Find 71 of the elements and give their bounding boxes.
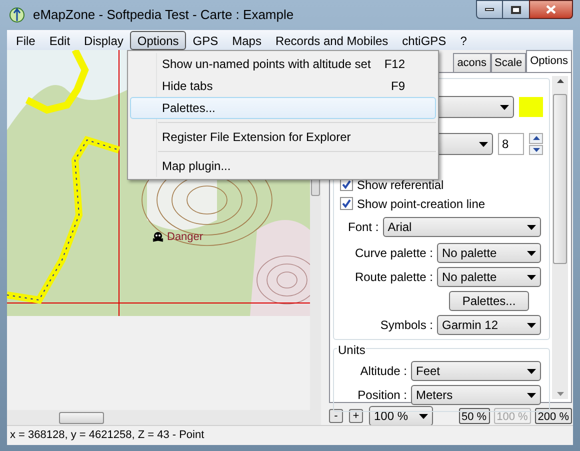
tab[interactable]: Options <box>526 50 572 72</box>
dropdown-caret-icon <box>527 224 536 230</box>
dropdown-caret-icon <box>500 104 509 110</box>
shortcut-label: F12 <box>384 56 405 73</box>
shortcut-label: F9 <box>390 78 405 95</box>
tab[interactable]: Scale <box>490 53 526 72</box>
scroll-thumb[interactable] <box>59 412 104 424</box>
menu-item[interactable]: Edit <box>42 30 78 50</box>
dropdown-select[interactable]: No palette <box>437 243 541 263</box>
dropdown-select[interactable]: Meters <box>411 385 541 405</box>
dropdown-select[interactable]: Arial <box>382 217 541 237</box>
tab[interactable]: acons <box>453 53 491 72</box>
maximize-icon <box>511 6 521 14</box>
palettes-button[interactable]: Palettes... <box>449 291 529 311</box>
menu-item[interactable]: chtiGPS <box>395 30 454 50</box>
field-label: Position : <box>356 387 407 404</box>
menu-item[interactable]: Palettes... <box>130 97 436 119</box>
minimize-button[interactable] <box>476 0 503 19</box>
skull-icon <box>152 231 164 244</box>
dropdown-caret-icon <box>527 274 536 280</box>
dropdown-select[interactable]: No palette <box>437 267 541 287</box>
menu-item[interactable]: Options <box>130 30 186 50</box>
checkbox-label: Show point-creation line <box>357 196 486 212</box>
dropdown-caret-icon <box>479 142 488 146</box>
scroll-thumb[interactable] <box>553 94 567 264</box>
zoom-preset-button[interactable]: 200 % <box>534 408 572 424</box>
close-icon <box>546 5 556 14</box>
size-field[interactable]: 8 <box>498 133 524 155</box>
zoom-out-button[interactable]: - <box>329 409 343 423</box>
minimize-icon <box>485 8 494 11</box>
zoom-in-button[interactable]: + <box>349 409 363 423</box>
field-label: Symbols : <box>379 317 433 334</box>
menu-item[interactable]: Records and Mobiles <box>268 30 396 50</box>
menu-item[interactable]: Show un-named points with altitude set F12 <box>130 53 436 75</box>
menu-item[interactable]: Maps <box>225 30 268 50</box>
field-label: Curve palette : <box>354 245 433 262</box>
down-arrow-icon <box>532 148 540 152</box>
maximize-button[interactable] <box>503 0 529 19</box>
scroll-down-icon[interactable] <box>556 392 564 396</box>
dropdown-caret-icon <box>527 250 536 256</box>
menu-item[interactable]: Map plugin... <box>130 155 436 177</box>
dropdown-caret-icon <box>419 414 428 418</box>
field-label: Font : <box>348 219 379 236</box>
menu-item[interactable]: File <box>9 30 42 50</box>
field-label: Route palette : <box>354 269 433 286</box>
scroll-up-icon[interactable] <box>556 79 564 83</box>
menu-item[interactable]: ? <box>453 30 474 50</box>
status-text: x = 368128, y = 4621258, Z = 43 - Point <box>10 428 204 444</box>
color-swatch[interactable] <box>519 97 543 117</box>
dropdown-select[interactable]: Garmin 12 <box>437 315 541 335</box>
dropdown-select[interactable]: Feet <box>411 361 541 381</box>
dropdown-caret-icon <box>527 392 536 398</box>
zoom-select[interactable]: 100 % <box>369 406 433 426</box>
field-label: Altitude : <box>359 363 407 380</box>
menu-item[interactable]: Display <box>77 30 130 50</box>
menu-item[interactable]: GPS <box>186 30 226 50</box>
close-button[interactable] <box>529 0 573 19</box>
app-logo-icon <box>9 7 25 23</box>
dropdown-caret-icon <box>527 322 536 328</box>
menu-item[interactable]: Register File Extension for Explorer <box>130 126 436 148</box>
dropdown-caret-icon <box>527 368 536 374</box>
menu-item[interactable]: Hide tabs F9 <box>130 75 436 97</box>
window-title: eMapZone - Softpedia Test - Carte : Example <box>33 6 294 24</box>
panel-scrollbar[interactable] <box>552 76 568 399</box>
checkbox[interactable] <box>340 197 353 210</box>
spin-buttons[interactable] <box>529 133 543 155</box>
waypoint-label: Danger <box>167 230 204 245</box>
zoom-preset-button[interactable]: 50 % <box>458 408 490 424</box>
checkbox-label: Show referential <box>357 176 444 194</box>
up-arrow-icon <box>532 136 540 140</box>
horizontal-scrollbar[interactable] <box>7 410 321 425</box>
